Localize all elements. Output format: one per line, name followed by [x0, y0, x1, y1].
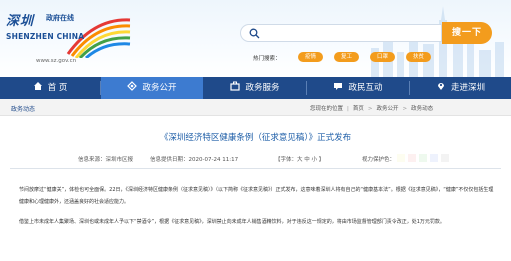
article-source: 信息来源：深圳市区报: [78, 157, 134, 163]
logo-en-text: SHENZHEN CHINA: [6, 32, 85, 41]
main-nav: 首 页 政务公开 政务服务 政民互动 走进深圳: [0, 77, 511, 99]
breadcrumb-bar: 政务动态 您现在的位置 | 首页 > 政务公开 > 政务动态: [0, 99, 511, 116]
nav-item-label: 政务服务: [245, 83, 280, 93]
search-button[interactable]: 搜一下: [442, 22, 492, 44]
breadcrumb-link-gov-open[interactable]: 政务公开: [377, 106, 399, 112]
nav-item-home[interactable]: 首 页: [0, 77, 100, 99]
search-input[interactable]: [265, 27, 435, 40]
logo-cn-text: 深圳: [6, 14, 35, 29]
hot-word-item[interactable]: 复工: [334, 52, 360, 62]
font-size-control[interactable]: 【字体：大 中 小 】: [275, 155, 324, 163]
color-swatch[interactable]: [430, 154, 438, 162]
article-paragraph: 借鉴上市未成年人集聚场、深圳也或未成年人予以下“禁酒令”，根据《征求意见稿》，深…: [19, 219, 445, 225]
breadcrumb-prefix: 您现在的位置: [310, 106, 344, 112]
eye-care-label: 视力保护色：: [362, 157, 396, 163]
service-icon: [230, 81, 241, 91]
hot-word-item[interactable]: 疫情: [298, 52, 324, 62]
section-title: 政务动态: [11, 106, 36, 113]
nav-item-label: 政务公开: [142, 83, 177, 93]
nav-item-interaction[interactable]: 政民互动: [307, 77, 409, 99]
page: 深圳 政府在线 SHENZHEN CHINA www.sz.gov.cn 搜一下…: [0, 0, 511, 261]
hot-word-item[interactable]: 扶贫: [406, 52, 432, 62]
home-icon: [33, 82, 42, 90]
article-paragraph: 节间放摩过“健康关”，体检也可全面保。22日，《深圳经济特区健康条例（征求意见稿…: [19, 187, 494, 205]
color-swatch[interactable]: [408, 154, 416, 162]
breadcrumb-link-news[interactable]: 政务动态: [411, 106, 433, 112]
nav-item-label: 首 页: [47, 83, 68, 93]
site-header: 深圳 政府在线 SHENZHEN CHINA www.sz.gov.cn 搜一下…: [0, 0, 511, 77]
article-date: 信息提供日期：2020-07-24 11:17: [150, 157, 239, 163]
article-title: 《深圳经济特区健康条例（征求意见稿）》正式发布: [159, 133, 352, 143]
search-icon: [249, 28, 260, 39]
color-swatch[interactable]: [397, 154, 405, 162]
location-icon: [437, 83, 444, 90]
nav-item-label: 政民互动: [348, 83, 383, 93]
nav-item-gov-open[interactable]: 政务公开: [101, 77, 203, 99]
nav-item-label: 走进深圳: [450, 83, 485, 93]
color-swatch[interactable]: [419, 154, 427, 162]
search-box: [240, 24, 442, 42]
breadcrumb-link-home[interactable]: 首页: [353, 106, 364, 112]
divider: [10, 168, 501, 169]
breadcrumb: 您现在的位置 | 首页 > 政务公开 > 政务动态: [310, 106, 434, 112]
hot-search-label: 热门搜索：: [253, 56, 281, 62]
logo-url-text: www.sz.gov.cn: [36, 58, 77, 64]
nav-item-service[interactable]: 政务服务: [204, 77, 306, 99]
nav-item-explore[interactable]: 走进深圳: [410, 77, 511, 99]
color-swatch[interactable]: [441, 154, 449, 162]
interaction-icon: [334, 83, 343, 90]
gov-open-icon: [127, 81, 138, 91]
hot-word-item[interactable]: 口罩: [370, 52, 396, 62]
site-logo[interactable]: 深圳 政府在线 SHENZHEN CHINA www.sz.gov.cn: [4, 8, 132, 68]
